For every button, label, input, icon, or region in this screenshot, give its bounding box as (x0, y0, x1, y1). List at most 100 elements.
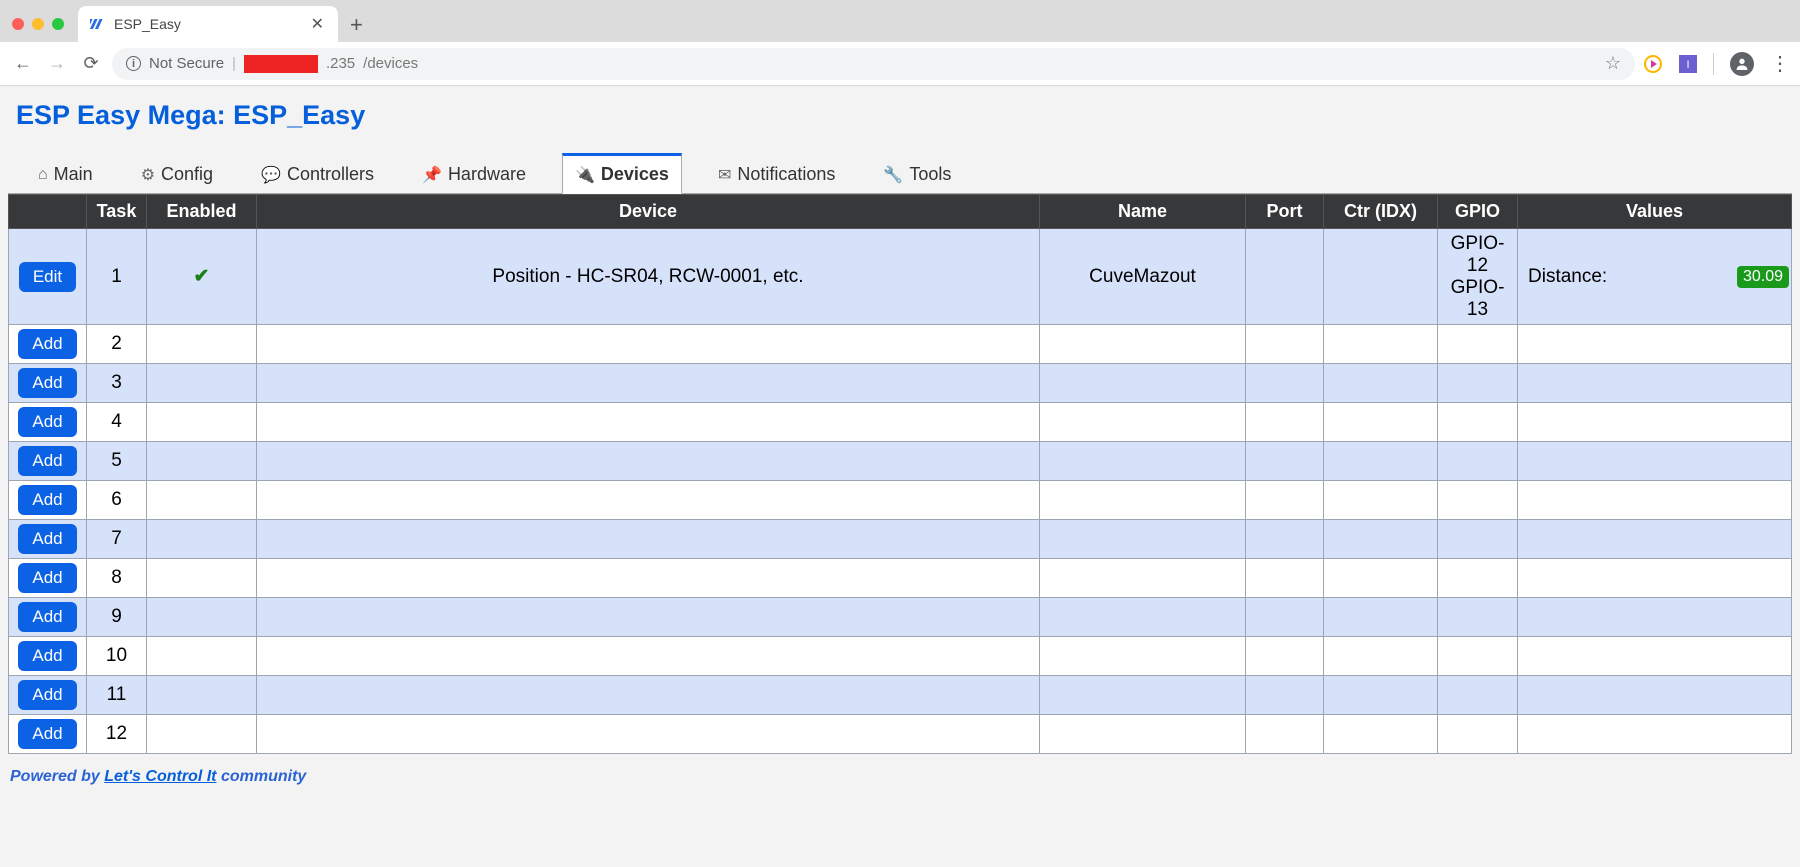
gpio-cell (1438, 325, 1518, 364)
add-button[interactable]: Add (18, 407, 76, 437)
add-button[interactable]: Add (18, 329, 76, 359)
extension-icons: I ⋮ (1643, 51, 1790, 76)
add-button[interactable]: Add (18, 446, 76, 476)
enabled-cell (147, 364, 257, 403)
th-ctr: Ctr (IDX) (1324, 195, 1438, 229)
tab-tools[interactable]: 🔧Tools (871, 156, 963, 193)
edit-button[interactable]: Edit (19, 262, 76, 292)
ctr-cell (1324, 229, 1438, 325)
gpio-cell (1438, 403, 1518, 442)
reload-button[interactable]: ⟳ (78, 53, 104, 74)
tab-main[interactable]: ⌂Main (26, 156, 105, 193)
task-cell: 12 (87, 715, 147, 754)
pin-icon: 📌 (422, 165, 442, 185)
devices-table: Task Enabled Device Name Port Ctr (IDX) … (8, 194, 1792, 754)
tab-hardware[interactable]: 📌Hardware (410, 156, 538, 193)
extension-2-icon[interactable]: I (1679, 55, 1697, 73)
ctr-cell (1324, 481, 1438, 520)
table-row: Add 6 (9, 481, 1792, 520)
enabled-cell (147, 559, 257, 598)
task-cell: 10 (87, 637, 147, 676)
forward-button[interactable]: → (44, 53, 70, 74)
extension-1-icon[interactable] (1643, 54, 1663, 74)
table-row: Add 8 (9, 559, 1792, 598)
enabled-cell: ✔ (147, 229, 257, 325)
ctr-cell (1324, 598, 1438, 637)
gpio-cell (1438, 598, 1518, 637)
tab-label: Devices (601, 164, 669, 185)
enabled-check-icon: ✔ (194, 266, 210, 287)
task-cell: 6 (87, 481, 147, 520)
ctr-cell (1324, 637, 1438, 676)
gear-icon: ⚙ (141, 165, 155, 185)
tab-notifications[interactable]: ✉Notifications (706, 156, 847, 193)
task-cell: 5 (87, 442, 147, 481)
add-button[interactable]: Add (18, 563, 76, 593)
tab-devices[interactable]: 🔌Devices (562, 153, 682, 194)
add-button[interactable]: Add (18, 485, 76, 515)
device-cell (257, 442, 1040, 481)
name-cell (1040, 364, 1246, 403)
window-controls[interactable] (12, 18, 64, 30)
add-button[interactable]: Add (18, 641, 76, 671)
th-name: Name (1040, 195, 1246, 229)
url-host-suffix: .235 (326, 55, 355, 72)
footer-link[interactable]: Let's Control It (104, 768, 216, 785)
name-cell (1040, 403, 1246, 442)
minimize-window-icon[interactable] (32, 18, 44, 30)
address-bar: ← → ⟳ i Not Secure | .235/devices ☆ I ⋮ (0, 42, 1800, 86)
task-cell: 11 (87, 676, 147, 715)
maximize-window-icon[interactable] (52, 18, 64, 30)
task-cell: 8 (87, 559, 147, 598)
footer-prefix: Powered by (10, 768, 104, 785)
add-button[interactable]: Add (18, 602, 76, 632)
add-button[interactable]: Add (18, 368, 76, 398)
device-cell (257, 676, 1040, 715)
enabled-cell (147, 481, 257, 520)
task-cell: 3 (87, 364, 147, 403)
add-button[interactable]: Add (18, 680, 76, 710)
ctr-cell (1324, 325, 1438, 364)
omnibox[interactable]: i Not Secure | .235/devices ☆ (112, 48, 1635, 80)
values-cell (1518, 520, 1792, 559)
tab-strip: ESP_Easy ✕ + (0, 0, 1800, 42)
th-task: Task (87, 195, 147, 229)
browser-tab[interactable]: ESP_Easy ✕ (78, 6, 338, 42)
name-cell (1040, 598, 1246, 637)
value-badge: 30.09 (1737, 266, 1789, 288)
add-button[interactable]: Add (18, 524, 76, 554)
url-path: /devices (363, 55, 418, 72)
device-cell: Position - HC-SR04, RCW-0001, etc. (257, 229, 1040, 325)
port-cell (1246, 559, 1324, 598)
table-row: Add 3 (9, 364, 1792, 403)
port-cell (1246, 481, 1324, 520)
ctr-cell (1324, 715, 1438, 754)
th-values: Values (1518, 195, 1792, 229)
th-enabled: Enabled (147, 195, 257, 229)
svg-text:I: I (1686, 59, 1689, 71)
tab-label: Config (161, 164, 213, 185)
bookmark-star-icon[interactable]: ☆ (1605, 53, 1621, 74)
tab-config[interactable]: ⚙ Config (129, 156, 225, 193)
port-cell (1246, 715, 1324, 754)
browser-menu-icon[interactable]: ⋮ (1770, 51, 1790, 76)
device-cell (257, 520, 1040, 559)
ctr-cell (1324, 403, 1438, 442)
close-window-icon[interactable] (12, 18, 24, 30)
new-tab-button[interactable]: + (350, 12, 363, 38)
site-info-icon[interactable]: i (126, 56, 141, 71)
add-button[interactable]: Add (18, 719, 76, 749)
th-action (9, 195, 87, 229)
port-cell (1246, 676, 1324, 715)
value-label: Distance: (1528, 266, 1607, 287)
back-button[interactable]: ← (10, 53, 36, 74)
port-cell (1246, 364, 1324, 403)
values-cell (1518, 715, 1792, 754)
values-cell (1518, 364, 1792, 403)
enabled-cell (147, 442, 257, 481)
tab-close-icon[interactable]: ✕ (309, 14, 326, 34)
profile-avatar-icon[interactable] (1730, 52, 1754, 76)
values-cell (1518, 676, 1792, 715)
table-row: Edit1✔Position - HC-SR04, RCW-0001, etc.… (9, 229, 1792, 325)
tab-controllers[interactable]: 💬Controllers (249, 156, 386, 193)
